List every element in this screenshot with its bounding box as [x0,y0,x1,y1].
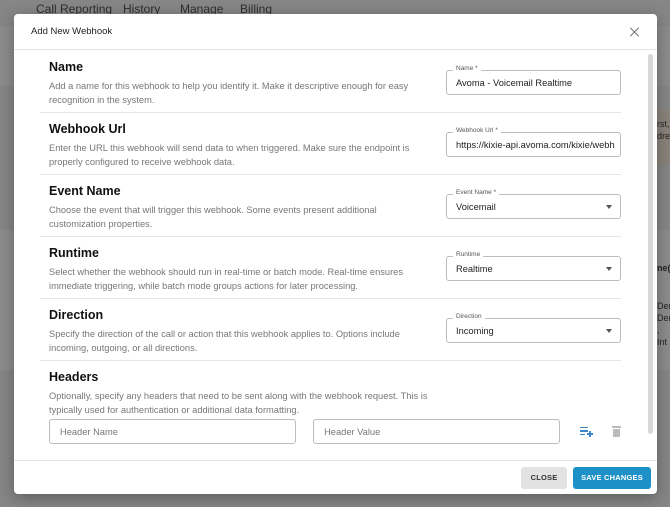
section-heading: Event Name [49,184,121,198]
section-description: Enter the URL this webhook will send dat… [49,143,410,167]
event-name-value[interactable]: Voicemail [446,194,621,219]
direction-value[interactable]: Incoming [446,318,621,343]
section-description: Choose the event that will trigger this … [49,205,377,229]
header-value-input[interactable]: Header Value [313,419,561,444]
chevron-down-icon[interactable] [606,267,612,271]
section-description: Specify the direction of the call or act… [49,329,400,353]
section-direction: Direction Specify the direction of the c… [40,299,621,361]
section-heading: Name [49,60,84,74]
direction-select[interactable]: Direction Incoming [446,313,621,343]
section-runtime: Runtime Select whether the webhook shoul… [40,237,621,299]
section-heading: Headers [49,370,99,384]
section-description: Optionally, specify any headers that nee… [49,391,428,415]
add-header-icon[interactable] [580,426,594,438]
chevron-down-icon[interactable] [606,329,612,333]
chevron-down-icon[interactable] [606,205,612,209]
modal-title: Add New Webhook [31,26,113,37]
section-name: Name Add a name for this webhook to help… [40,51,621,113]
runtime-select[interactable]: Runtime Realtime [446,251,621,281]
webhook-url-field[interactable]: Webhook Url * https://kixie-api.avoma.co… [446,127,621,157]
add-webhook-modal: Add New Webhook Name Add a name for this… [14,14,657,494]
field-label: Name * [453,65,481,72]
runtime-value[interactable]: Realtime [446,256,621,281]
modal-header: Add New Webhook [14,14,657,50]
event-name-select[interactable]: Event Name * Voicemail [446,189,621,219]
section-description: Add a name for this webhook to help you … [49,81,409,105]
section-event-name: Event Name Choose the event that will tr… [40,175,621,237]
section-heading: Runtime [49,246,99,260]
save-changes-button[interactable]: SAVE CHANGES [573,466,651,489]
section-webhook-url: Webhook Url Enter the URL this webhook w… [40,113,621,175]
header-name-input[interactable]: Header Name [49,419,297,444]
modal-footer: CLOSE SAVE CHANGES [14,460,657,494]
trash-icon[interactable] [612,426,622,437]
name-field[interactable]: Name * Avoma - Voicemail Realtime [446,65,621,95]
webhook-url-input[interactable]: https://kixie-api.avoma.com/kixie/webh [446,132,621,157]
close-button[interactable]: CLOSE [521,466,567,489]
field-label: Webhook Url * [453,127,501,134]
section-description: Select whether the webhook should run in… [49,267,403,291]
field-label: Direction [453,313,485,320]
section-headers: Headers Optionally, specify any headers … [40,361,621,417]
section-heading: Direction [49,308,104,322]
name-input[interactable]: Avoma - Voicemail Realtime [446,70,621,95]
close-icon[interactable] [627,24,643,40]
section-heading: Webhook Url [49,122,126,136]
field-label: Runtime [453,251,484,258]
scrollbar[interactable] [648,54,653,434]
header-row: Header Name Header Value [40,419,622,444]
modal-body[interactable]: Name Add a name for this webhook to help… [14,51,657,460]
field-label: Event Name * [453,189,500,196]
